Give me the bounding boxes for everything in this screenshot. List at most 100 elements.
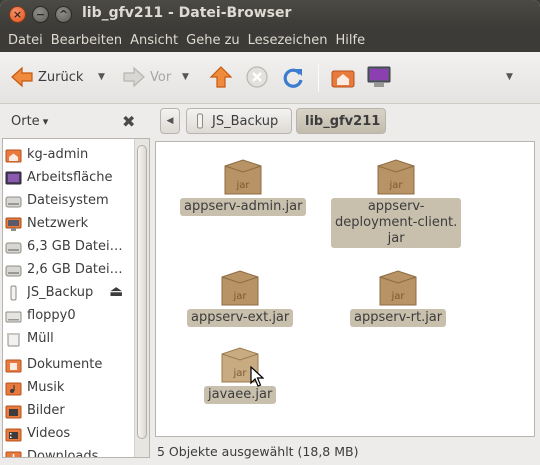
minimize-window-button[interactable]: − (32, 6, 49, 23)
svg-text:jar: jar (233, 291, 248, 302)
home-folder-icon (331, 70, 355, 88)
usb-drive-icon (197, 113, 203, 129)
file-view[interactable]: jar appserv-admin.jar jar appserv- deplo… (155, 141, 535, 437)
toolbar-overflow-dropdown[interactable]: ▼ (506, 64, 513, 90)
computer-button[interactable] (366, 64, 392, 90)
jar-archive-icon: jar (379, 270, 417, 306)
breadcrumb-label: JS_Backup (212, 113, 279, 129)
usb-drive-icon (10, 285, 17, 300)
sidebar-item-volume-2gb[interactable]: 2,6 GB Datei… (5, 258, 133, 281)
home-button[interactable] (330, 64, 356, 90)
places-label: Orte (11, 113, 40, 129)
forward-arrow-icon (123, 66, 145, 88)
documents-folder-icon (5, 359, 22, 372)
close-icon: × (12, 8, 23, 21)
sidebar-item-pictures[interactable]: Bilder (5, 399, 133, 422)
menu-bookmarks[interactable]: Lesezeichen (244, 33, 332, 48)
breadcrumb-lib-gfv211[interactable]: lib_gfv211 (296, 108, 386, 134)
back-arrow-icon (11, 66, 33, 88)
back-history-dropdown[interactable]: ▼ (98, 64, 105, 90)
sidebar-item-videos[interactable]: Videos (5, 422, 133, 445)
harddisk-icon (5, 196, 22, 207)
videos-folder-icon (5, 428, 22, 441)
svg-text:jar: jar (236, 180, 251, 191)
file-item-javaee-jar[interactable]: jar javaee.jar (204, 346, 277, 404)
harddisk-icon (5, 242, 22, 253)
status-text: 5 Objekte ausgewählt (18,8 MB) (157, 443, 359, 459)
svg-text:jar: jar (389, 180, 404, 191)
dropdown-arrow-icon: ▼ (506, 72, 513, 82)
file-name-label: javaee.jar (204, 386, 277, 404)
eject-button[interactable]: ⏏ (109, 282, 123, 300)
sidebar-item-trash[interactable]: Müll (5, 327, 133, 350)
forward-history-dropdown[interactable]: ▼ (182, 64, 189, 90)
sidebar-item-volume-6gb[interactable]: 6,3 GB Datei… (5, 235, 133, 258)
close-window-button[interactable]: × (9, 6, 26, 23)
close-icon: ✖ (122, 112, 136, 131)
sidebar-item-desktop[interactable]: Arbeitsfläche (5, 166, 133, 189)
maximize-window-button[interactable]: ^ (55, 6, 72, 23)
sidebar-item-documents[interactable]: Dokumente (5, 353, 133, 376)
reload-icon (283, 68, 303, 88)
sidebar-scroll-thumb[interactable] (137, 145, 147, 439)
toolbar-separator (318, 64, 319, 92)
file-item-appserv-ext-jar[interactable]: jar appserv-ext.jar (187, 269, 294, 327)
sidebar-item-floppy[interactable]: floppy0 (5, 304, 133, 327)
jar-archive-icon: jar (221, 270, 259, 306)
floppy-icon (5, 311, 22, 322)
file-item-appserv-rt-jar[interactable]: jar appserv-rt.jar (350, 269, 447, 327)
svg-text:jar: jar (391, 291, 406, 302)
status-bar: 5 Objekte ausgewählt (18,8 MB) (155, 439, 535, 463)
file-browser-window: × − ^ lib_gfv211 - Datei-Browser Datei B… (0, 0, 540, 465)
menu-file[interactable]: Datei (4, 33, 47, 48)
sidebar-scrollbar[interactable] (134, 139, 149, 457)
window-title: lib_gfv211 - Datei-Browser (82, 5, 292, 21)
computer-icon (367, 66, 391, 87)
file-item-appserv-admin-jar[interactable]: jar appserv-admin.jar (180, 158, 307, 216)
breadcrumb-js-backup[interactable]: JS_Backup (186, 108, 292, 134)
menu-help[interactable]: Hilfe (332, 33, 370, 48)
dropdown-arrow-icon: ▼ (182, 72, 189, 82)
sidebar-item-home[interactable]: kg-admin (5, 143, 133, 166)
sidebar-item-filesystem[interactable]: Dateisystem (5, 189, 133, 212)
left-arrow-icon: ◀ (166, 116, 174, 126)
places-dropdown-icon: ▾ (42, 114, 49, 128)
path-scroll-left-button[interactable]: ◀ (160, 108, 180, 134)
network-icon (5, 217, 22, 231)
maximize-icon: ^ (58, 8, 69, 21)
menu-go[interactable]: Gehe zu (182, 33, 244, 48)
file-name-label: appserv-ext.jar (187, 309, 294, 327)
home-folder-icon (5, 149, 22, 162)
pictures-folder-icon (5, 405, 22, 418)
forward-button[interactable]: Vor (122, 64, 171, 90)
up-arrow-icon (209, 66, 233, 88)
reload-button[interactable] (281, 64, 305, 90)
file-item-appserv-deployment-client-jar[interactable]: jar appserv- deployment-client. jar (331, 158, 462, 248)
minimize-icon: − (35, 8, 46, 21)
harddisk-icon (5, 265, 22, 276)
places-sidebar: kg-admin Arbeitsfläche Dateisystem Netzw… (2, 138, 150, 458)
toolbar: Zurück ▼ Vor ▼ ▼ (0, 52, 540, 104)
file-name-label: appserv-rt.jar (350, 309, 447, 327)
up-button[interactable] (209, 64, 233, 90)
file-name-label: appserv- deployment-client. jar (331, 198, 462, 248)
eject-icon: ⏏ (109, 282, 124, 300)
close-sidebar-button[interactable]: ✖ (122, 112, 135, 131)
back-label: Zurück (38, 69, 84, 85)
music-folder-icon (5, 382, 22, 395)
sidebar-item-downloads[interactable]: Downloads (5, 445, 133, 457)
menu-bar: Datei Bearbeiten Ansicht Gehe zu Lesezei… (0, 28, 540, 52)
jar-archive-icon: jar (224, 159, 262, 195)
stop-button[interactable] (245, 64, 269, 90)
downloads-folder-icon (5, 451, 22, 457)
menu-edit[interactable]: Bearbeiten (47, 33, 126, 48)
sidebar-item-network[interactable]: Netzwerk (5, 212, 133, 235)
menu-view[interactable]: Ansicht (126, 33, 182, 48)
stop-icon (246, 66, 268, 88)
title-bar: × − ^ lib_gfv211 - Datei-Browser (0, 0, 540, 28)
back-button[interactable]: Zurück (10, 64, 83, 90)
mouse-pointer-icon (250, 366, 264, 387)
forward-label: Vor (150, 69, 172, 85)
sidebar-item-music[interactable]: Musik (5, 376, 133, 399)
jar-archive-icon: jar (377, 159, 415, 195)
